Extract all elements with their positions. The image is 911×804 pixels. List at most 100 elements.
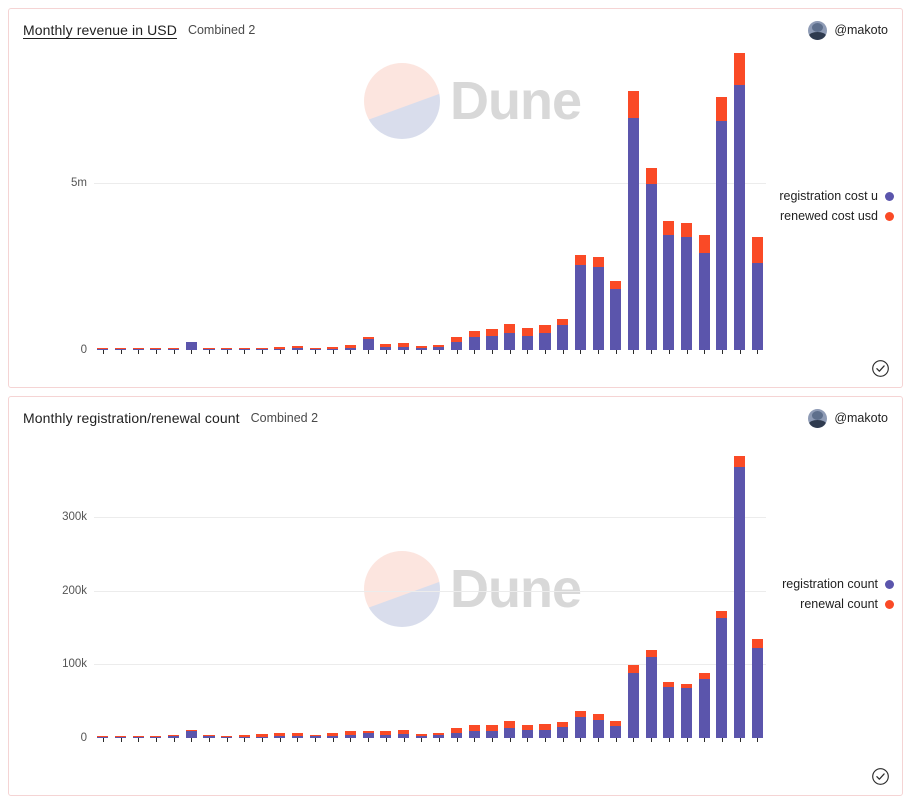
bar-stack[interactable] [646,168,657,350]
bar-slot[interactable] [253,63,271,350]
bar-slot[interactable] [483,63,501,350]
bar-slot[interactable] [660,451,678,738]
bar-slot[interactable] [607,63,625,350]
bar-slot[interactable] [448,63,466,350]
bar-stack[interactable] [186,342,197,350]
bar-slot[interactable] [182,63,200,350]
bar-slot[interactable] [236,63,254,350]
bar-stack[interactable] [752,237,763,350]
bar-stack[interactable] [716,611,727,738]
bar-stack[interactable] [539,724,550,738]
bar-slot[interactable] [129,451,147,738]
author-revenue[interactable]: @makoto [808,21,888,40]
bar-stack[interactable] [380,731,391,738]
bar-slot[interactable] [253,451,271,738]
bar-slot[interactable] [430,451,448,738]
bar-stack[interactable] [398,343,409,350]
check-circle-icon[interactable] [871,767,890,786]
chart-subtitle-count[interactable]: Combined 2 [251,411,318,425]
bar-slot[interactable] [536,451,554,738]
legend-item[interactable]: registration count [754,574,894,594]
bar-stack[interactable] [646,650,657,738]
author-name-revenue[interactable]: @makoto [834,23,888,37]
bar-slot[interactable] [271,451,289,738]
bar-slot[interactable] [536,63,554,350]
bar-slot[interactable] [607,451,625,738]
author-name-count[interactable]: @makoto [834,411,888,425]
bar-slot[interactable] [129,63,147,350]
bar-slot[interactable] [642,63,660,350]
bar-stack[interactable] [557,722,568,738]
check-circle-icon[interactable] [871,359,890,378]
bar-slot[interactable] [200,451,218,738]
bar-stack[interactable] [681,223,692,350]
bar-slot[interactable] [112,63,130,350]
bar-slot[interactable] [625,451,643,738]
legend-item[interactable]: renewed cost usd [754,206,894,226]
bar-slot[interactable] [589,63,607,350]
bar-slot[interactable] [359,451,377,738]
bar-stack[interactable] [716,97,727,350]
bar-stack[interactable] [522,725,533,738]
bar-stack[interactable] [628,91,639,350]
bar-stack[interactable] [699,673,710,738]
bar-slot[interactable] [395,63,413,350]
bar-slot[interactable] [289,451,307,738]
bar-slot[interactable] [695,451,713,738]
chart-title-revenue[interactable]: Monthly revenue in USD [23,22,177,38]
bar-slot[interactable] [678,63,696,350]
bar-slot[interactable] [695,63,713,350]
bar-slot[interactable] [94,451,112,738]
bar-stack[interactable] [363,731,374,738]
bar-slot[interactable] [342,451,360,738]
bar-slot[interactable] [731,63,749,350]
bar-slot[interactable] [678,451,696,738]
bar-slot[interactable] [554,451,572,738]
bar-stack[interactable] [398,730,409,738]
author-count[interactable]: @makoto [808,409,888,428]
bar-slot[interactable] [483,451,501,738]
bar-slot[interactable] [642,451,660,738]
legend-item[interactable]: registration cost u [754,186,894,206]
bar-stack[interactable] [557,319,568,350]
bar-stack[interactable] [345,731,356,738]
bar-slot[interactable] [572,63,590,350]
bar-slot[interactable] [731,451,749,738]
bar-slot[interactable] [625,63,643,350]
bar-slot[interactable] [165,451,183,738]
bar-stack[interactable] [186,730,197,738]
bar-stack[interactable] [575,255,586,350]
bar-stack[interactable] [504,721,515,738]
bar-stack[interactable] [486,329,497,350]
bar-stack[interactable] [734,456,745,738]
bar-stack[interactable] [451,728,462,738]
bar-slot[interactable] [660,63,678,350]
bar-slot[interactable] [430,63,448,350]
legend-item[interactable]: renewal count [754,594,894,614]
bar-stack[interactable] [486,725,497,738]
bar-stack[interactable] [734,53,745,350]
bar-slot[interactable] [519,63,537,350]
bar-slot[interactable] [412,451,430,738]
bar-stack[interactable] [539,325,550,350]
bar-slot[interactable] [554,63,572,350]
bar-slot[interactable] [289,63,307,350]
bar-stack[interactable] [451,337,462,350]
bar-stack[interactable] [593,257,604,350]
bar-slot[interactable] [94,63,112,350]
bar-slot[interactable] [465,451,483,738]
bar-slot[interactable] [501,451,519,738]
bar-slot[interactable] [377,451,395,738]
bar-slot[interactable] [501,63,519,350]
chart-title-count[interactable]: Monthly registration/renewal count [23,410,240,426]
bar-stack[interactable] [469,725,480,738]
bar-stack[interactable] [610,281,621,350]
bar-slot[interactable] [200,63,218,350]
bar-slot[interactable] [412,63,430,350]
bar-stack[interactable] [593,714,604,738]
bar-slot[interactable] [218,63,236,350]
bar-stack[interactable] [752,639,763,738]
bar-slot[interactable] [271,63,289,350]
bar-stack[interactable] [681,684,692,738]
bar-slot[interactable] [713,451,731,738]
